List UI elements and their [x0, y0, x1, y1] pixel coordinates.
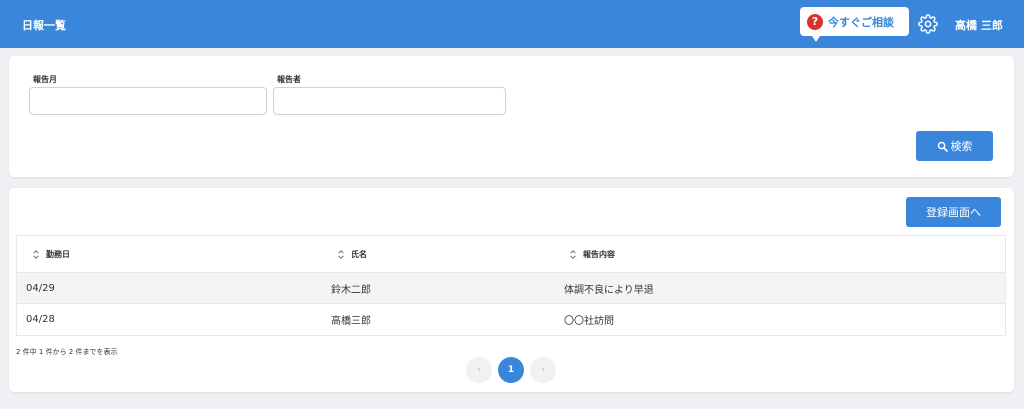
search-button[interactable]: 検索 [916, 131, 993, 161]
table-header: 勤務日 氏名 報告内容 [17, 236, 1005, 273]
search-panel: 報告月 報告者 検索 [9, 56, 1014, 177]
cell-date: 04/29 [26, 282, 55, 294]
register-button[interactable]: 登録画面へ [906, 197, 1001, 227]
question-icon: ? [807, 13, 823, 30]
column-header-label: 報告内容 [583, 249, 615, 259]
column-header-label: 勤務日 [46, 249, 70, 259]
column-header-label: 氏名 [351, 249, 367, 259]
pagination-prev-button[interactable]: ‹ [466, 357, 492, 383]
app-header: 日報一覧 ? 今すぐご相談 高橋 三郎 [0, 0, 1024, 48]
column-header-content[interactable]: 報告内容 [569, 236, 615, 272]
table-row[interactable]: 04/28 高橋三郎 〇〇社訪問 [17, 304, 1005, 335]
consult-label: 今すぐご相談 [828, 15, 894, 29]
reporter-label: 報告者 [277, 75, 301, 84]
table-row[interactable]: 04/29 鈴木二郎 体調不良により早退 [17, 273, 1005, 304]
list-panel: 登録画面へ 勤務日 氏名 報告内容 04/29 鈴木二郎 体調不良により早退 0… [9, 188, 1014, 392]
consult-button[interactable]: ? 今すぐご相談 [800, 7, 909, 42]
cell-content: 体調不良により早退 [564, 284, 654, 296]
reporter-input[interactable] [273, 87, 506, 115]
page-title: 日報一覧 [22, 19, 66, 32]
report-table: 勤務日 氏名 報告内容 04/29 鈴木二郎 体調不良により早退 04/28 高… [16, 235, 1006, 336]
column-header-name[interactable]: 氏名 [337, 236, 367, 272]
user-name[interactable]: 高橋 三郎 [955, 17, 1003, 33]
search-button-label: 検索 [950, 140, 973, 153]
month-label: 報告月 [33, 75, 57, 84]
column-header-date[interactable]: 勤務日 [32, 236, 70, 272]
gear-icon[interactable] [918, 14, 938, 34]
pagination-next-button[interactable]: › [530, 357, 556, 383]
sort-icon [338, 249, 344, 259]
sort-icon [33, 249, 39, 259]
sort-icon [570, 249, 576, 259]
cell-name: 高橋三郎 [331, 316, 371, 327]
cell-name: 鈴木二郎 [331, 284, 371, 296]
cell-content: 〇〇社訪問 [564, 316, 614, 327]
search-icon [937, 141, 948, 152]
cell-date: 04/28 [26, 314, 55, 325]
month-input[interactable] [29, 87, 267, 115]
pagination-page-1[interactable]: 1 [498, 357, 524, 383]
record-summary: 2 件中 1 件から 2 件までを表示 [16, 348, 118, 356]
